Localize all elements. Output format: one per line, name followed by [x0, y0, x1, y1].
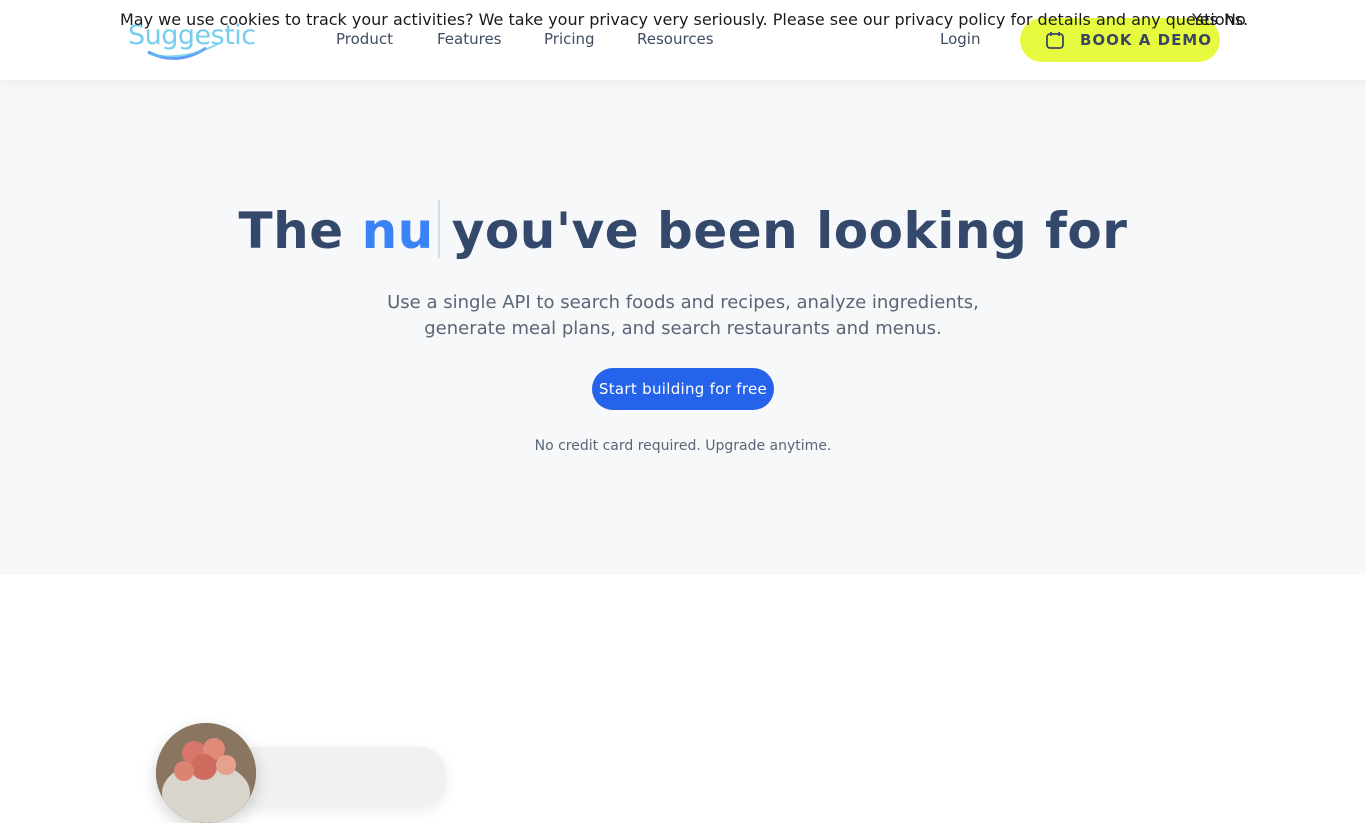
hero-title-suffix: you've been looking for: [451, 202, 1128, 260]
cookie-message: May we use cookies to track your activit…: [120, 10, 1249, 29]
hero-title: The nu you've been looking for: [0, 200, 1366, 260]
cookie-banner: May we use cookies to track your activit…: [0, 0, 1366, 40]
product-preview-section: [0, 575, 1366, 823]
start-building-button[interactable]: Start building for free: [592, 368, 774, 410]
hero-subtitle: Use a single API to search foods and rec…: [387, 292, 979, 339]
hero-section: The nu you've been looking for Use a sing…: [0, 80, 1366, 575]
hero-title-prefix: The: [238, 202, 344, 260]
typing-cursor: [437, 200, 440, 258]
no-credit-card-note: No credit card required. Upgrade anytime…: [534, 438, 832, 454]
hero-title-typed-word: nu: [361, 202, 434, 260]
cookie-accept-button[interactable]: Yes: [1192, 10, 1218, 29]
food-photo-avatar: [156, 723, 256, 823]
apples-image-icon: [156, 723, 256, 823]
preview-card: [230, 747, 446, 807]
cookie-decline-button[interactable]: No: [1224, 10, 1246, 29]
